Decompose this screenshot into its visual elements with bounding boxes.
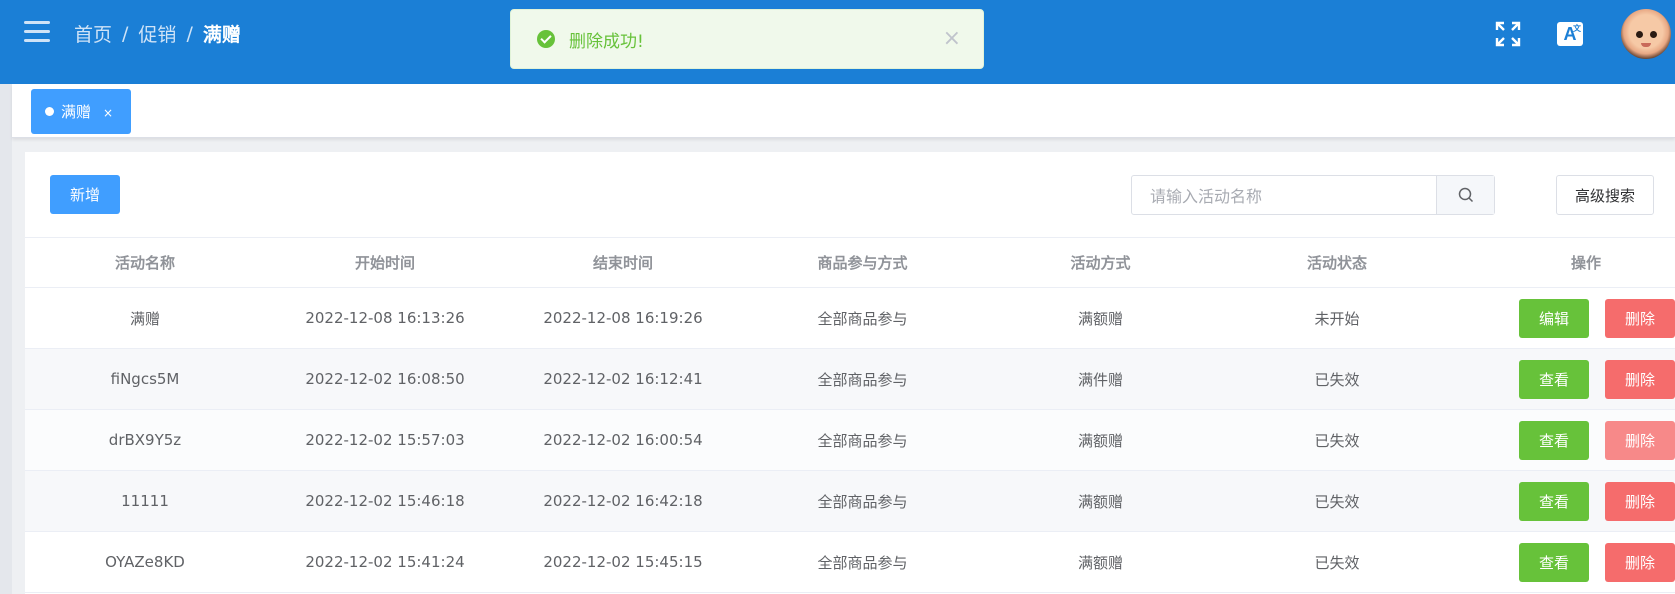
- search-button[interactable]: [1436, 176, 1494, 214]
- cell-end: 2022-12-02 15:45:15: [543, 553, 703, 571]
- table-row: fiNgcs5M 2022-12-02 16:08:50 2022-12-02 …: [25, 349, 1675, 410]
- breadcrumb-separator: /: [122, 22, 129, 45]
- translate-icon[interactable]: A文: [1557, 22, 1583, 46]
- search-group: 请输入活动名称: [1131, 175, 1495, 215]
- table-row: drBX9Y5z 2022-12-02 15:57:03 2022-12-02 …: [25, 410, 1675, 471]
- tag-close-icon[interactable]: ×: [103, 106, 113, 120]
- cell-mode: 满额赠: [1077, 553, 1123, 572]
- breadcrumb-separator: /: [186, 22, 193, 45]
- tags-bar: 满赠 ×: [12, 84, 1675, 138]
- cell-scope: 全部商品参与: [817, 553, 908, 572]
- cell-name: OYAZe8KD: [105, 553, 185, 571]
- breadcrumb-current: 满赠: [202, 24, 241, 46]
- search-icon: [1458, 187, 1473, 203]
- cell-end: 2022-12-02 16:12:41: [543, 370, 703, 388]
- column-header: 开始时间: [354, 254, 415, 272]
- tag-manzeng[interactable]: 满赠 ×: [31, 89, 131, 134]
- cell-actions: 查看 删除: [1457, 481, 1675, 521]
- tag-active-dot: [45, 107, 54, 116]
- toast-close-icon[interactable]: ×: [943, 26, 961, 51]
- cell-status: 已失效: [1314, 370, 1360, 389]
- breadcrumb-promotion[interactable]: 促销: [138, 20, 176, 47]
- cell-name: drBX9Y5z: [108, 431, 182, 449]
- delete-button[interactable]: 删除: [1605, 359, 1675, 399]
- breadcrumb-home[interactable]: 首页: [74, 20, 112, 47]
- column-header: 商品参与方式: [817, 254, 908, 272]
- tag-label: 满赠: [61, 103, 92, 121]
- cell-status: 已失效: [1314, 431, 1360, 450]
- cell-start: 2022-12-02 16:08:50: [305, 370, 465, 388]
- cell-start: 2022-12-02 15:46:18: [305, 492, 465, 510]
- delete-button[interactable]: 删除: [1605, 542, 1675, 582]
- hamburger-icon[interactable]: [24, 21, 50, 43]
- cell-actions: 编辑 删除: [1457, 298, 1675, 338]
- cell-name: 11111: [121, 492, 169, 510]
- cell-start: 2022-12-02 15:41:24: [305, 553, 465, 571]
- view-button[interactable]: 查看: [1519, 542, 1589, 582]
- cell-scope: 全部商品参与: [817, 492, 908, 511]
- cell-actions: 查看 删除: [1457, 542, 1675, 582]
- cell-mode: 满额赠: [1077, 492, 1123, 511]
- search-input[interactable]: 请输入活动名称: [1132, 176, 1436, 214]
- column-header: 活动名称: [114, 254, 175, 272]
- cell-name: 满赠: [129, 309, 160, 328]
- cell-start: 2022-12-02 15:57:03: [305, 431, 465, 449]
- edit-button[interactable]: 编辑: [1519, 298, 1589, 338]
- view-button[interactable]: 查看: [1519, 481, 1589, 521]
- delete-button[interactable]: 删除: [1605, 481, 1675, 521]
- cell-scope: 全部商品参与: [817, 431, 908, 450]
- column-header: 活动方式: [1070, 254, 1131, 272]
- activity-table: 活动名称 开始时间 结束时间 商品参与方式 活动方式 活动状态 操作 满赠 20…: [25, 237, 1675, 593]
- column-header: 操作: [1570, 254, 1601, 272]
- cell-actions: 查看 删除: [1457, 359, 1675, 399]
- cell-end: 2022-12-08 16:19:26: [543, 309, 703, 327]
- column-header: 活动状态: [1306, 254, 1367, 272]
- main-card: 新增 请输入活动名称 高级搜索 活动名称 开始时间 结束时间 商品参与方式 活动…: [25, 152, 1675, 594]
- check-circle-icon: [537, 30, 555, 48]
- avatar[interactable]: [1621, 9, 1671, 59]
- toast-message: 删除成功!: [569, 31, 644, 52]
- cell-actions: 查看 删除: [1457, 420, 1675, 460]
- cell-name: fiNgcs5M: [110, 370, 180, 388]
- cell-end: 2022-12-02 16:00:54: [543, 431, 703, 449]
- advanced-search-button[interactable]: 高级搜索: [1556, 175, 1654, 215]
- delete-button[interactable]: 删除: [1605, 298, 1675, 338]
- fullscreen-icon[interactable]: [1494, 20, 1522, 48]
- cell-scope: 全部商品参与: [817, 370, 908, 389]
- cell-status: 未开始: [1314, 309, 1360, 328]
- table-row: 满赠 2022-12-08 16:13:26 2022-12-08 16:19:…: [25, 288, 1675, 349]
- column-header: 结束时间: [592, 254, 653, 272]
- cell-scope: 全部商品参与: [817, 309, 908, 328]
- cell-mode: 满额赠: [1077, 431, 1123, 450]
- table-row: OYAZe8KD 2022-12-02 15:41:24 2022-12-02 …: [25, 532, 1675, 593]
- success-toast: 删除成功! ×: [510, 9, 984, 69]
- view-button[interactable]: 查看: [1519, 359, 1589, 399]
- table-row: 11111 2022-12-02 15:46:18 2022-12-02 16:…: [25, 471, 1675, 532]
- cell-status: 已失效: [1314, 492, 1360, 511]
- breadcrumb: 首页 / 促销 / 满赠: [74, 20, 241, 47]
- table-header: 活动名称 开始时间 结束时间 商品参与方式 活动方式 活动状态 操作: [25, 238, 1675, 288]
- cell-mode: 满额赠: [1077, 309, 1123, 328]
- cell-status: 已失效: [1314, 553, 1360, 572]
- cell-mode: 满件赠: [1077, 370, 1123, 389]
- cell-start: 2022-12-08 16:13:26: [305, 309, 465, 327]
- sidebar-strip: [0, 84, 12, 594]
- add-button[interactable]: 新增: [50, 175, 120, 214]
- view-button[interactable]: 查看: [1519, 420, 1589, 460]
- cell-end: 2022-12-02 16:42:18: [543, 492, 703, 510]
- delete-button[interactable]: 删除: [1605, 420, 1675, 460]
